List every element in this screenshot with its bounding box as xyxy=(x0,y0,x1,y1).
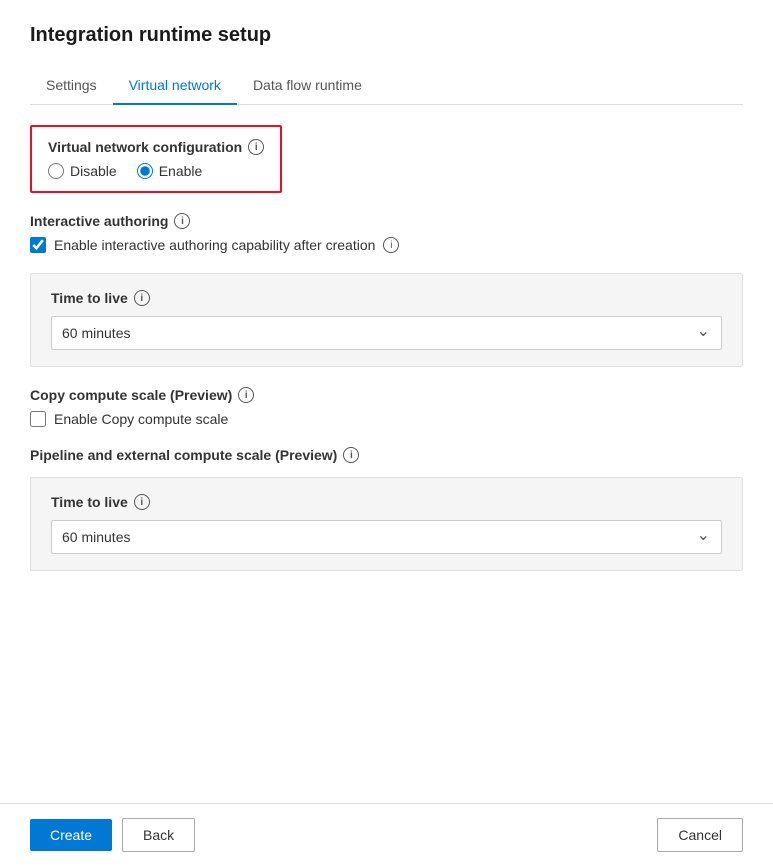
time-to-live-panel-2: Time to live i 0 minutes 15 minutes 30 m… xyxy=(30,477,743,571)
virtual-network-config-info-icon[interactable]: i xyxy=(248,139,264,155)
time-to-live-2-select[interactable]: 0 minutes 15 minutes 30 minutes 60 minut… xyxy=(51,520,722,554)
tab-data-flow-runtime[interactable]: Data flow runtime xyxy=(237,67,378,105)
radio-disable-input[interactable] xyxy=(48,163,64,179)
copy-compute-scale-checkbox-row: Enable Copy compute scale xyxy=(30,411,743,427)
pipeline-external-compute-info-icon[interactable]: i xyxy=(343,447,359,463)
interactive-authoring-section: Interactive authoring i Enable interacti… xyxy=(30,213,743,253)
tab-settings[interactable]: Settings xyxy=(30,67,113,105)
bottom-bar: Create Back Cancel xyxy=(0,803,773,866)
create-button[interactable]: Create xyxy=(30,819,112,851)
time-to-live-1-select-wrapper: 0 minutes 15 minutes 30 minutes 60 minut… xyxy=(51,316,722,350)
interactive-authoring-checkbox-info-icon[interactable]: i xyxy=(383,237,399,253)
time-to-live-1-select[interactable]: 0 minutes 15 minutes 30 minutes 60 minut… xyxy=(51,316,722,350)
interactive-authoring-checkbox-label: Enable interactive authoring capability … xyxy=(54,237,375,253)
time-to-live-panel-1: Time to live i 0 minutes 15 minutes 30 m… xyxy=(30,273,743,367)
tab-bar: Settings Virtual network Data flow runti… xyxy=(30,67,743,105)
page-title: Integration runtime setup xyxy=(30,24,743,47)
radio-disable[interactable]: Disable xyxy=(48,163,117,179)
copy-compute-scale-checkbox[interactable] xyxy=(30,411,46,427)
radio-disable-label: Disable xyxy=(70,163,117,179)
copy-compute-scale-label: Copy compute scale (Preview) xyxy=(30,387,232,403)
copy-compute-scale-section: Copy compute scale (Preview) i Enable Co… xyxy=(30,387,743,427)
pipeline-external-compute-section: Pipeline and external compute scale (Pre… xyxy=(30,447,743,571)
interactive-authoring-checkbox-row: Enable interactive authoring capability … xyxy=(30,237,743,253)
copy-compute-scale-info-icon[interactable]: i xyxy=(238,387,254,403)
tab-virtual-network[interactable]: Virtual network xyxy=(113,67,237,105)
cancel-button[interactable]: Cancel xyxy=(657,818,743,852)
time-to-live-1-label: Time to live xyxy=(51,290,128,306)
interactive-authoring-checkbox[interactable] xyxy=(30,237,46,253)
radio-enable[interactable]: Enable xyxy=(137,163,203,179)
virtual-network-config-label: Virtual network configuration xyxy=(48,139,242,155)
virtual-network-config-box: Virtual network configuration i Disable … xyxy=(30,125,282,193)
time-to-live-2-label: Time to live xyxy=(51,494,128,510)
radio-enable-label: Enable xyxy=(159,163,203,179)
time-to-live-1-info-icon[interactable]: i xyxy=(134,290,150,306)
time-to-live-2-select-wrapper: 0 minutes 15 minutes 30 minutes 60 minut… xyxy=(51,520,722,554)
interactive-authoring-label: Interactive authoring xyxy=(30,213,168,229)
time-to-live-2-info-icon[interactable]: i xyxy=(134,494,150,510)
virtual-network-radio-group: Disable Enable xyxy=(48,163,264,179)
radio-enable-input[interactable] xyxy=(137,163,153,179)
copy-compute-scale-checkbox-label: Enable Copy compute scale xyxy=(54,411,228,427)
interactive-authoring-info-icon[interactable]: i xyxy=(174,213,190,229)
pipeline-external-compute-label: Pipeline and external compute scale (Pre… xyxy=(30,447,337,463)
back-button[interactable]: Back xyxy=(122,818,195,852)
